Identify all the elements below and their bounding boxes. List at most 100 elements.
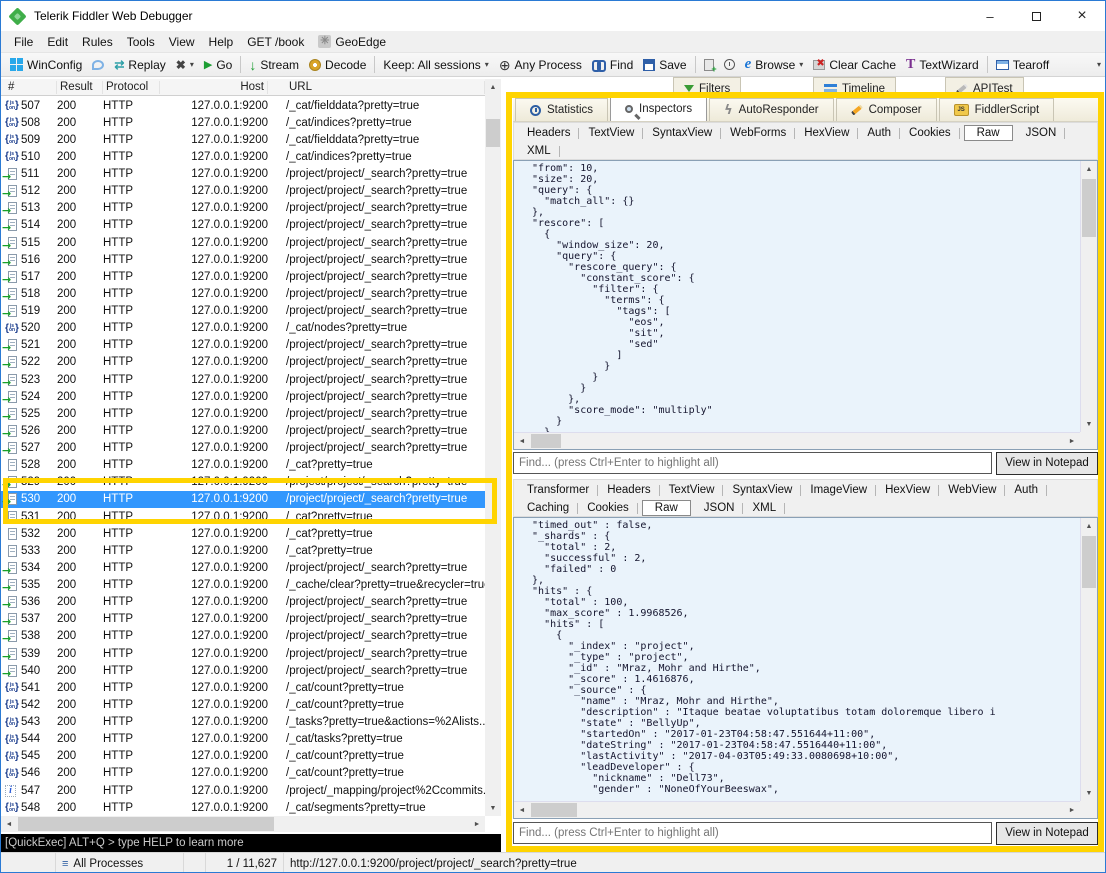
scroll-down-icon[interactable]: ▼ (1081, 416, 1097, 432)
winconfig-button[interactable]: WinConfig (5, 56, 87, 74)
session-row[interactable]: →525200HTTP127.0.0.1:9200/project/projec… (1, 405, 485, 422)
request-tab-json[interactable]: JSON (1017, 125, 1066, 141)
menu-item-geoedge[interactable]: ✳GeoEdge (311, 33, 393, 51)
session-row[interactable]: 531200HTTP127.0.0.1:9200/_cat?pretty=tru… (1, 508, 485, 525)
session-row[interactable]: {json}548200HTTP127.0.0.1:9200/_cat/segm… (1, 799, 485, 816)
response-tab-transformer[interactable]: Transformer (518, 482, 598, 498)
session-row[interactable]: →512200HTTP127.0.0.1:9200/project/projec… (1, 183, 485, 200)
toolbar-overflow-icon[interactable]: ▾ (1097, 60, 1101, 69)
response-tab-textview[interactable]: TextView (660, 482, 724, 498)
request-find-input[interactable] (513, 452, 992, 474)
session-row[interactable]: 533200HTTP127.0.0.1:9200/_cat?pretty=tru… (1, 542, 485, 559)
any-process-button[interactable]: ⊕Any Process (494, 56, 587, 74)
menu-item-file[interactable]: File (7, 33, 40, 51)
session-row[interactable]: →539200HTTP127.0.0.1:9200/project/projec… (1, 645, 485, 662)
tearoff-button[interactable]: Tearoff (991, 56, 1054, 74)
menu-item-help[interactable]: Help (202, 33, 241, 51)
maximize-button[interactable] (1013, 1, 1059, 31)
session-row[interactable]: {json}509200HTTP127.0.0.1:9200/_cat/fiel… (1, 131, 485, 148)
scroll-left-icon[interactable]: ◄ (1, 816, 17, 832)
session-row[interactable]: {json}543200HTTP127.0.0.1:9200/_tasks?pr… (1, 714, 485, 731)
scrollbar-thumb[interactable] (1082, 536, 1096, 588)
session-row[interactable]: 532200HTTP127.0.0.1:9200/_cat?pretty=tru… (1, 525, 485, 542)
textwizard-button[interactable]: TTextWizard (901, 55, 984, 75)
session-list-horizontal-scrollbar[interactable]: ◄ ► (1, 816, 485, 832)
session-row[interactable]: →524200HTTP127.0.0.1:9200/project/projec… (1, 388, 485, 405)
column-header-url[interactable]: URL (286, 81, 485, 94)
session-row[interactable]: →537200HTTP127.0.0.1:9200/project/projec… (1, 611, 485, 628)
column-header-protocol[interactable]: Protocol (103, 81, 160, 94)
go-button[interactable]: ▶Go (199, 56, 237, 74)
session-row[interactable]: {json}542200HTTP127.0.0.1:9200/_cat/coun… (1, 696, 485, 713)
scroll-left-icon[interactable]: ◄ (514, 433, 530, 449)
tab-apitest[interactable]: APITest (945, 77, 1024, 93)
session-row[interactable]: →536200HTTP127.0.0.1:9200/project/projec… (1, 594, 485, 611)
session-row[interactable]: →526200HTTP127.0.0.1:9200/project/projec… (1, 422, 485, 439)
tab-composer[interactable]: Composer (836, 98, 937, 121)
column-header-host[interactable]: Host (160, 81, 268, 94)
response-find-input[interactable] (513, 822, 992, 844)
session-row[interactable]: {json}508200HTTP127.0.0.1:9200/_cat/indi… (1, 114, 485, 131)
session-row[interactable]: {json}546200HTTP127.0.0.1:9200/_cat/coun… (1, 765, 485, 782)
session-row[interactable]: →517200HTTP127.0.0.1:9200/project/projec… (1, 268, 485, 285)
scroll-down-icon[interactable]: ▼ (485, 800, 501, 816)
request-tab-webforms[interactable]: WebForms (721, 125, 795, 141)
response-tab-auth[interactable]: Auth (1005, 482, 1047, 498)
request-raw-text-area[interactable]: "from": 10, "size": 20, "query": { "matc… (514, 161, 1080, 432)
timer-button[interactable] (719, 57, 740, 72)
scroll-up-icon[interactable]: ▲ (1081, 161, 1097, 177)
column-header-result[interactable]: Result (57, 81, 103, 94)
response-tab-cookies[interactable]: Cookies (578, 500, 638, 516)
session-row[interactable]: {json}510200HTTP127.0.0.1:9200/_cat/indi… (1, 148, 485, 165)
replay-button[interactable]: ⇄Replay (109, 56, 170, 74)
find-button[interactable]: Find (587, 56, 638, 74)
session-row[interactable]: →514200HTTP127.0.0.1:9200/project/projec… (1, 217, 485, 234)
request-view-in-notepad-button[interactable]: View in Notepad (996, 452, 1098, 475)
session-row[interactable]: →530200HTTP127.0.0.1:9200/project/projec… (1, 491, 485, 508)
session-row[interactable]: →527200HTTP127.0.0.1:9200/project/projec… (1, 440, 485, 457)
session-row[interactable]: →519200HTTP127.0.0.1:9200/project/projec… (1, 303, 485, 320)
request-tab-xml[interactable]: XML (518, 143, 560, 159)
session-row[interactable]: →521200HTTP127.0.0.1:9200/project/projec… (1, 337, 485, 354)
quickexec-bar[interactable]: [QuickExec] ALT+Q > type HELP to learn m… (1, 834, 508, 852)
session-row[interactable]: {json}544200HTTP127.0.0.1:9200/_cat/task… (1, 731, 485, 748)
scroll-right-icon[interactable]: ► (1064, 802, 1080, 818)
comment-button[interactable] (87, 58, 109, 72)
session-row[interactable]: →529200HTTP127.0.0.1:9200/project/projec… (1, 474, 485, 491)
menu-item-get-book[interactable]: GET /book (240, 33, 311, 51)
menu-item-view[interactable]: View (162, 33, 202, 51)
browse-button[interactable]: eBrowse▾ (740, 54, 809, 75)
response-tab-xml[interactable]: XML (743, 500, 785, 516)
response-tab-syntaxview[interactable]: SyntaxView (723, 482, 801, 498)
screenshot-button[interactable] (699, 57, 719, 73)
tab-autoresponder[interactable]: ϟAutoResponder (709, 98, 834, 121)
scrollbar-thumb[interactable] (18, 817, 274, 831)
scroll-down-icon[interactable]: ▼ (1081, 785, 1097, 801)
stream-button[interactable]: ↓Stream (244, 56, 304, 74)
response-vertical-scrollbar[interactable]: ▲ ▼ (1080, 518, 1097, 801)
session-row[interactable]: {json}507200HTTP127.0.0.1:9200/_cat/fiel… (1, 97, 485, 114)
scroll-right-icon[interactable]: ► (469, 816, 485, 832)
request-vertical-scrollbar[interactable]: ▲ ▼ (1080, 161, 1097, 432)
scroll-right-icon[interactable]: ► (1064, 433, 1080, 449)
request-horizontal-scrollbar[interactable]: ◄ ► (514, 432, 1080, 449)
scrollbar-thumb[interactable] (486, 119, 500, 147)
session-row[interactable]: 528200HTTP127.0.0.1:9200/_cat?pretty=tru… (1, 457, 485, 474)
session-row[interactable]: →516200HTTP127.0.0.1:9200/project/projec… (1, 251, 485, 268)
request-tab-syntaxview[interactable]: SyntaxView (643, 125, 721, 141)
request-tab-cookies[interactable]: Cookies (900, 125, 960, 141)
scroll-up-icon[interactable]: ▲ (1081, 518, 1097, 534)
request-tab-headers[interactable]: Headers (518, 125, 579, 141)
response-horizontal-scrollbar[interactable]: ◄ ► (514, 801, 1080, 818)
scroll-left-icon[interactable]: ◄ (514, 802, 530, 818)
response-raw-text-area[interactable]: "timed_out" : false, "_shards" : { "tota… (514, 518, 1080, 801)
keep-sessions-dropdown[interactable]: Keep: All sessions▾ (378, 56, 493, 74)
request-tab-raw[interactable]: Raw (964, 125, 1013, 141)
tab-filters[interactable]: Filters (673, 77, 741, 93)
response-tab-caching[interactable]: Caching (518, 500, 578, 516)
session-row[interactable]: →538200HTTP127.0.0.1:9200/project/projec… (1, 628, 485, 645)
session-row[interactable]: {json}520200HTTP127.0.0.1:9200/_cat/node… (1, 320, 485, 337)
session-row[interactable]: →523200HTTP127.0.0.1:9200/project/projec… (1, 371, 485, 388)
response-tab-json[interactable]: JSON (695, 500, 744, 516)
close-button[interactable]: × (1059, 1, 1105, 31)
